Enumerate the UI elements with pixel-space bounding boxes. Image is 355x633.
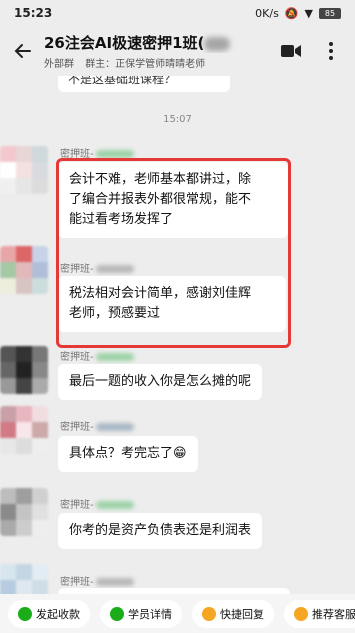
more-options-icon[interactable] bbox=[317, 37, 345, 65]
net-speed: 0K/s bbox=[255, 6, 279, 20]
status-bar: 15:23 0K/s 🔕 ▼ 85 bbox=[0, 0, 355, 26]
collect-payment-button[interactable]: 发起收款 bbox=[8, 599, 90, 628]
avatar[interactable] bbox=[0, 146, 48, 194]
sender-name: 密押班- bbox=[60, 573, 134, 588]
sender-name: 密押班- bbox=[60, 260, 134, 275]
status-time: 15:23 bbox=[14, 6, 53, 20]
message-bubble[interactable]: 你考的是资产负债表还是利润表 bbox=[58, 513, 263, 549]
message-bubble[interactable]: 最后一题的收入你是怎么摊的呢 bbox=[58, 364, 263, 400]
time-divider: 15:07 bbox=[163, 114, 192, 125]
sender-name: 密押班- bbox=[60, 418, 134, 433]
service-icon bbox=[294, 606, 308, 621]
avatar[interactable] bbox=[0, 488, 48, 536]
yen-icon bbox=[18, 606, 32, 621]
avatar[interactable] bbox=[0, 346, 48, 394]
recommend-service-button[interactable]: 推荐客服 bbox=[284, 599, 355, 628]
battery-icon: 85 bbox=[319, 7, 341, 19]
chat-title-area[interactable]: 26注会AI极速密押1班( 外部群 群主：正保学管师晴晴老师 bbox=[44, 32, 265, 70]
avatar[interactable] bbox=[0, 406, 48, 454]
quick-action-bar: 发起收款 学员详情 快捷回复 推荐客服 bbox=[0, 594, 355, 633]
student-details-button[interactable]: 学员详情 bbox=[100, 599, 182, 628]
blurred-text bbox=[95, 501, 134, 509]
chat-message-list[interactable]: 不是这基础班课程？ 15:07 密押班- 会计不难，老师基本都讲过，除 了编合并… bbox=[0, 76, 355, 594]
blurred-text bbox=[95, 265, 134, 273]
chat-icon bbox=[202, 606, 216, 621]
group-type-tag: 外部群 bbox=[44, 59, 74, 70]
sender-name: 密押班- bbox=[60, 348, 134, 363]
chat-header: 26注会AI极速密押1班( 外部群 群主：正保学管师晴晴老师 bbox=[0, 26, 355, 76]
blurred-text bbox=[95, 353, 134, 361]
user-icon bbox=[110, 606, 124, 621]
blurred-text bbox=[95, 423, 134, 431]
sender-name: 密押班- bbox=[60, 145, 134, 160]
message-bubble[interactable]: 不是这基础班课程？ bbox=[58, 76, 230, 92]
blurred-text bbox=[95, 150, 134, 158]
message-bubble[interactable]: 会计不难，老师基本都讲过，除 了编合并报表外都很常规，能不 能过看考场发挥了 bbox=[58, 162, 288, 238]
blurred-text bbox=[95, 578, 134, 586]
chat-subtitle: 外部群 群主：正保学管师晴晴老师 bbox=[44, 55, 265, 70]
quick-reply-button[interactable]: 快捷回复 bbox=[192, 599, 274, 628]
group-owner: 群主：正保学管师晴晴老师 bbox=[85, 59, 206, 70]
wifi-icon: ▼ bbox=[304, 6, 313, 20]
video-call-icon[interactable] bbox=[277, 37, 305, 65]
mute-icon: 🔕 bbox=[284, 6, 299, 20]
chat-title: 26注会AI极速密押1班( bbox=[44, 32, 265, 53]
sender-name: 密押班- bbox=[60, 496, 134, 511]
message-bubble[interactable]: 税法相对会计简单，感谢刘佳辉 老师，预感要过 bbox=[58, 276, 286, 332]
message-bubble[interactable]: 具体点？考完忘了😁 bbox=[58, 436, 198, 472]
back-arrow-icon[interactable] bbox=[10, 38, 36, 64]
avatar[interactable] bbox=[0, 246, 48, 294]
blurred-text bbox=[204, 36, 231, 51]
avatar[interactable] bbox=[0, 564, 48, 594]
